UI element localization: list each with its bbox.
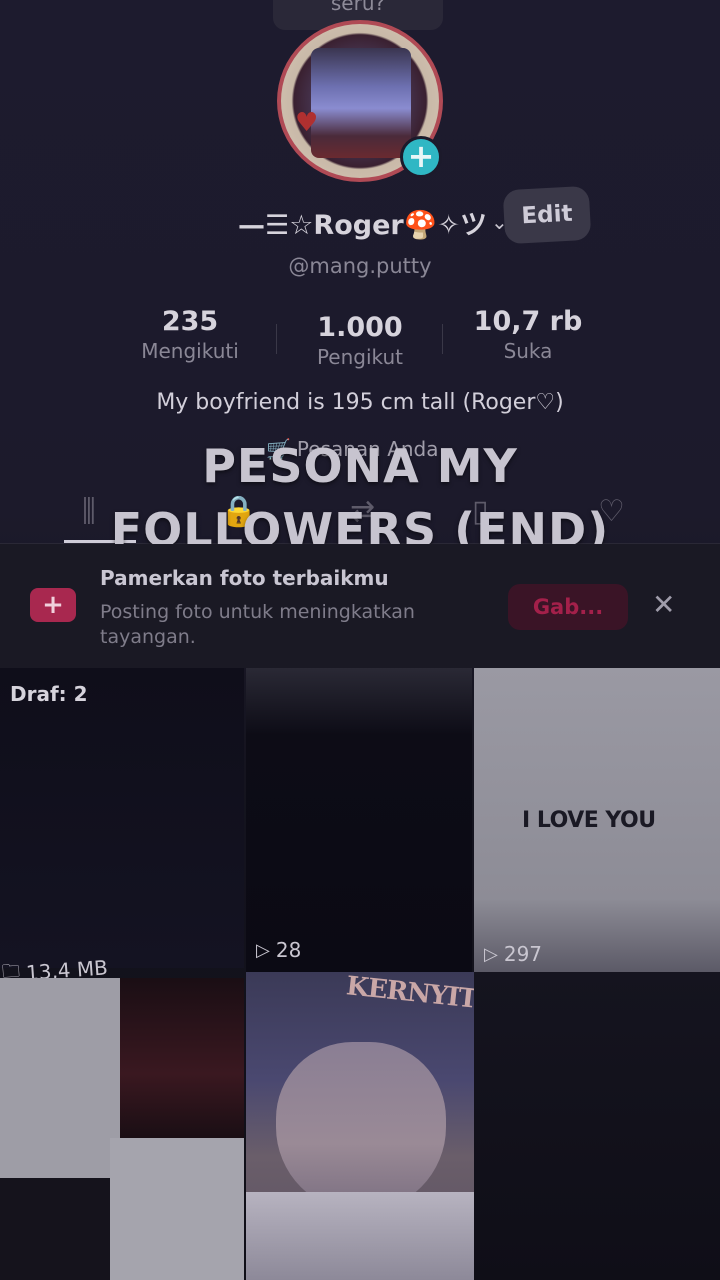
video-thumbnail-part <box>0 978 120 1178</box>
video-thumbnail-part <box>120 978 244 1138</box>
avatar-image <box>311 48 411 158</box>
photo-add-icon: + <box>30 588 76 622</box>
username-row[interactable]: —☰☆Roger🍄✧ツ ⌄ <box>238 200 508 244</box>
stat-divider <box>276 324 277 354</box>
promo-subtitle: Posting foto untuk meningkatkan tayangan… <box>100 601 415 648</box>
add-story-button[interactable]: + <box>400 136 442 178</box>
play-icon: ▷ <box>484 943 498 965</box>
promo-banner: + Pamerkan foto terbaikmu Posting foto u… <box>0 544 720 668</box>
video-thumbnail-part <box>0 1178 110 1280</box>
stat-label: Mengikuti <box>141 339 239 363</box>
video-thumbnail-part <box>110 1138 244 1280</box>
video-grid: Draf: 2 ▷ 28 I LOVE YOU ▷ 297 🗀 13,4 MB … <box>0 668 720 1280</box>
video-caption: I LOVE YOU <box>522 808 656 833</box>
character-face <box>276 1042 446 1212</box>
stat-value: 235 <box>161 306 219 337</box>
draft-label: Draf: 2 <box>10 682 88 706</box>
stat-label: Suka <box>503 339 553 363</box>
profile-bio: My boyfriend is 195 cm tall (Roger♡) <box>156 390 564 415</box>
view-count: ▷ 28 <box>256 938 301 962</box>
view-count-value: 28 <box>275 938 302 962</box>
stat-following[interactable]: 235 Mengikuti <box>120 306 260 363</box>
video-caption: KERNYIT <box>344 972 474 1015</box>
promo-join-button[interactable]: Gab... <box>508 584 628 630</box>
edit-profile-button[interactable]: Edit <box>502 185 592 245</box>
view-count: ▷ 297 <box>484 942 542 966</box>
grid-item-video[interactable] <box>0 978 244 1280</box>
stat-label: Pengikut <box>316 345 404 369</box>
close-icon[interactable]: ✕ <box>652 588 675 621</box>
stat-divider <box>442 324 443 354</box>
username: —☰☆Roger🍄✧ツ <box>238 209 487 241</box>
user-handle: @mang.putty <box>288 254 432 278</box>
overlay-title: PESONA MY FOLLOWERS (END) <box>110 439 610 557</box>
character-shoulder <box>246 1192 474 1280</box>
promo-title: Pamerkan foto terbaikmu <box>100 566 389 590</box>
grid-item-video[interactable]: KERNYIT <box>246 972 474 1280</box>
grid-item-video[interactable]: ▷ 28 <box>246 668 472 972</box>
grid-item-drafts[interactable]: Draf: 2 <box>0 668 244 968</box>
stat-value: 1.000 <box>317 312 403 343</box>
heart-icon: ♥ <box>295 108 319 138</box>
stat-likes[interactable]: 10,7 rb Suka <box>458 306 598 363</box>
view-count-value: 297 <box>503 942 543 966</box>
stat-value: 10,7 rb <box>473 306 583 337</box>
play-icon: ▷ <box>256 939 270 961</box>
stat-followers[interactable]: 1.000 Pengikut <box>290 312 430 369</box>
grid-item-video[interactable]: I LOVE YOU ▷ 297 <box>474 668 720 998</box>
grid-item-video[interactable] <box>474 972 720 1280</box>
